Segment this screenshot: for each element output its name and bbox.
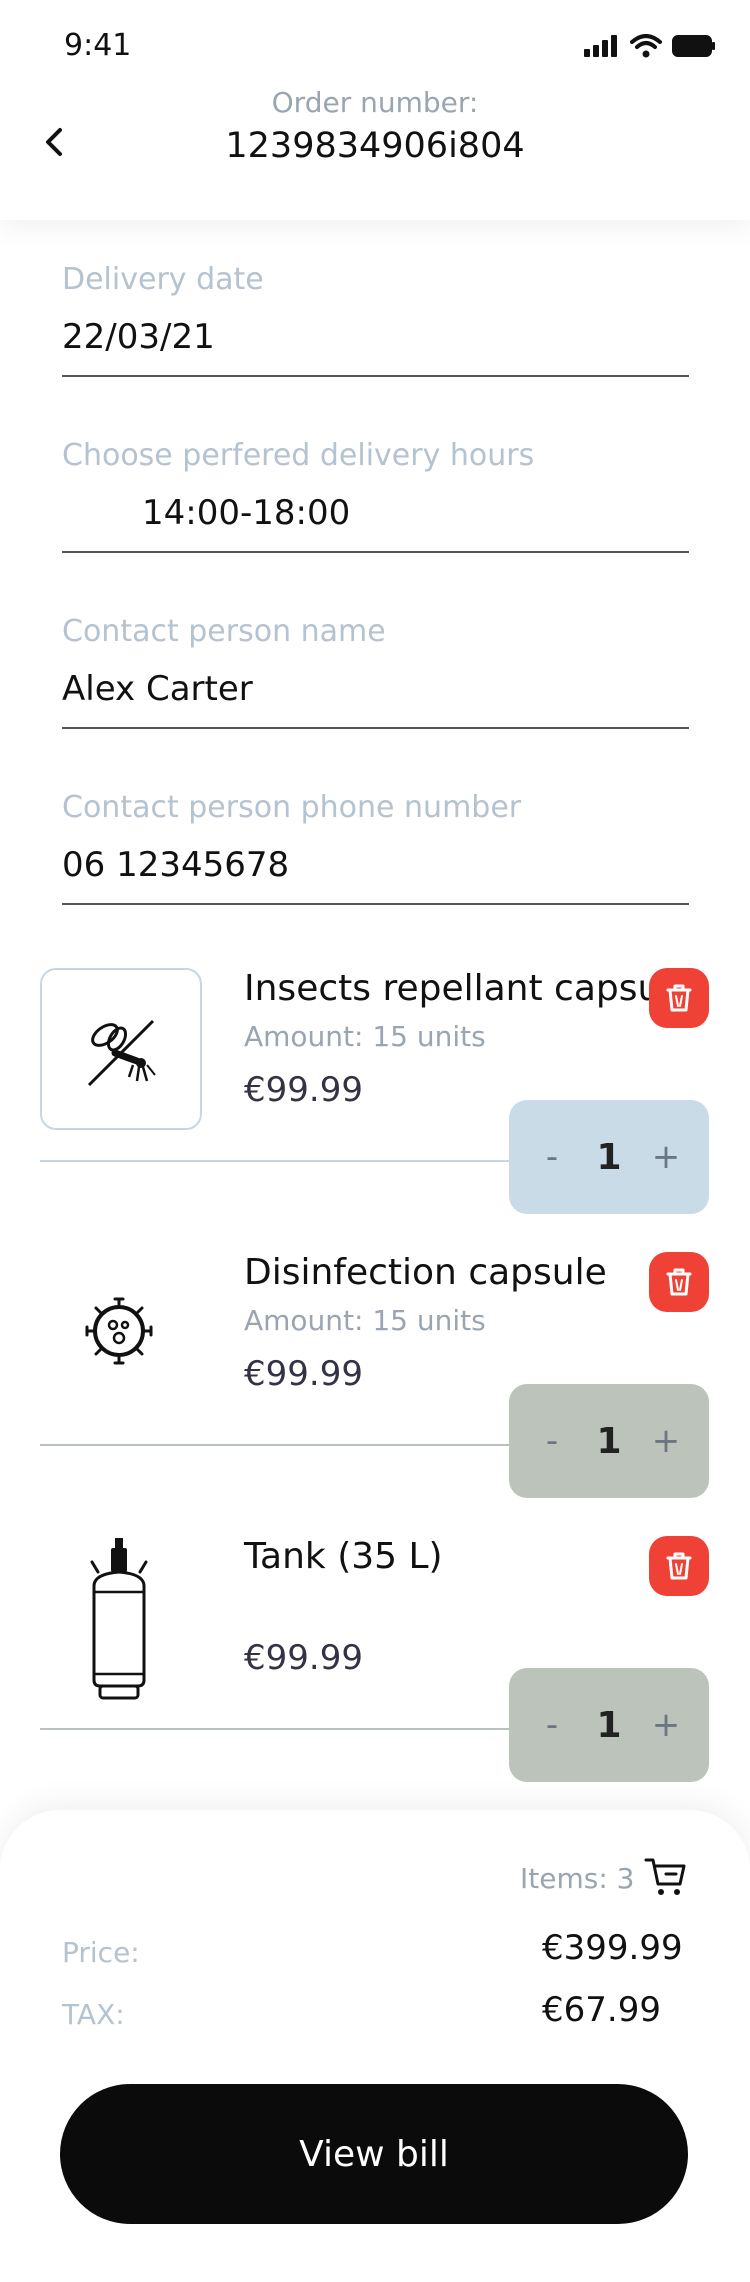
- delivery-hours-value[interactable]: 14:00-18:00: [62, 493, 689, 533]
- delivery-date-label: Delivery date: [62, 262, 264, 297]
- price-value: €399.99: [542, 1928, 683, 1968]
- quantity-value: 1: [596, 1136, 622, 1178]
- delivery-date-value[interactable]: 22/03/21: [62, 317, 689, 357]
- product-divider: [40, 1160, 510, 1162]
- trash-icon: [666, 1268, 692, 1296]
- decrease-button[interactable]: -: [537, 1137, 567, 1177]
- delivery-date-field[interactable]: Delivery date 22/03/21: [62, 262, 689, 377]
- view-bill-button[interactable]: View bill: [60, 2084, 688, 2224]
- decrease-button[interactable]: -: [537, 1705, 567, 1745]
- product-item: Insects repellant capsule Amount: 15 uni…: [0, 968, 750, 1228]
- contact-name-field[interactable]: Contact person name Alex Carter: [62, 614, 689, 729]
- product-name: Tank (35 L): [244, 1536, 443, 1577]
- contact-phone-label: Contact person phone number: [62, 790, 522, 825]
- header: 9:41 Order number: 1239834906i804: [0, 0, 750, 220]
- cart-icon[interactable]: [644, 1854, 688, 1898]
- product-price: €99.99: [244, 1354, 363, 1394]
- product-price: €99.99: [244, 1638, 363, 1678]
- virus-icon: [85, 1297, 153, 1365]
- increase-button[interactable]: +: [651, 1137, 681, 1177]
- field-underline: [62, 727, 689, 729]
- mosquito-icon: [87, 1019, 156, 1087]
- product-item: Tank (35 L) €99.99 - 1 +: [0, 1536, 750, 1796]
- product-amount: Amount: 15 units: [244, 1304, 486, 1337]
- product-divider: [40, 1444, 510, 1446]
- increase-button[interactable]: +: [651, 1421, 681, 1461]
- contact-name-value[interactable]: Alex Carter: [62, 669, 689, 709]
- increase-button[interactable]: +: [651, 1705, 681, 1745]
- trash-icon: [666, 1552, 692, 1580]
- quantity-stepper: - 1 +: [509, 1100, 709, 1214]
- field-underline: [62, 551, 689, 553]
- tax-value: €67.99: [542, 1990, 661, 2030]
- product-name: Insects repellant capsule: [244, 968, 656, 1009]
- delete-button[interactable]: [649, 968, 709, 1028]
- tax-label: TAX:: [62, 1998, 125, 2031]
- quantity-value: 1: [596, 1704, 622, 1746]
- quantity-stepper: - 1 +: [509, 1668, 709, 1782]
- product-name: Disinfection capsule: [244, 1252, 607, 1293]
- field-underline: [62, 903, 689, 905]
- delivery-hours-label: Choose perfered delivery hours: [62, 438, 535, 473]
- contact-name-label: Contact person name: [62, 614, 386, 649]
- order-number-label: Order number:: [271, 86, 479, 119]
- delete-button[interactable]: [649, 1536, 709, 1596]
- product-item: Disinfection capsule Amount: 15 units €9…: [0, 1252, 750, 1512]
- wifi-icon: [630, 34, 662, 58]
- status-icons: [584, 34, 716, 58]
- product-amount: Amount: 15 units: [244, 1020, 486, 1053]
- product-thumbnail[interactable]: [40, 1252, 198, 1410]
- field-underline: [62, 375, 689, 377]
- status-time: 9:41: [64, 28, 132, 63]
- price-label: Price:: [62, 1936, 140, 1969]
- signal-icon: [584, 35, 617, 57]
- order-summary: Items: 3 Price: €399.99 TAX: €67.99 View…: [0, 1810, 750, 2282]
- items-count: Items: 3: [520, 1862, 635, 1895]
- quantity-stepper: - 1 +: [509, 1384, 709, 1498]
- quantity-value: 1: [596, 1420, 622, 1462]
- battery-icon: [672, 35, 715, 57]
- contact-phone-value[interactable]: 06 12345678: [62, 845, 689, 885]
- contact-phone-field[interactable]: Contact person phone number 06 12345678: [62, 790, 689, 905]
- delivery-hours-field[interactable]: Choose perfered delivery hours 14:00-18:…: [62, 438, 689, 553]
- trash-icon: [666, 984, 692, 1012]
- product-divider: [40, 1728, 510, 1730]
- product-price: €99.99: [244, 1070, 363, 1110]
- delete-button[interactable]: [649, 1252, 709, 1312]
- decrease-button[interactable]: -: [537, 1421, 567, 1461]
- product-thumbnail[interactable]: [40, 968, 202, 1130]
- order-number: 1239834906i804: [225, 126, 525, 166]
- gas-tank-icon: [90, 1538, 148, 1700]
- product-thumbnail[interactable]: [40, 1536, 198, 1708]
